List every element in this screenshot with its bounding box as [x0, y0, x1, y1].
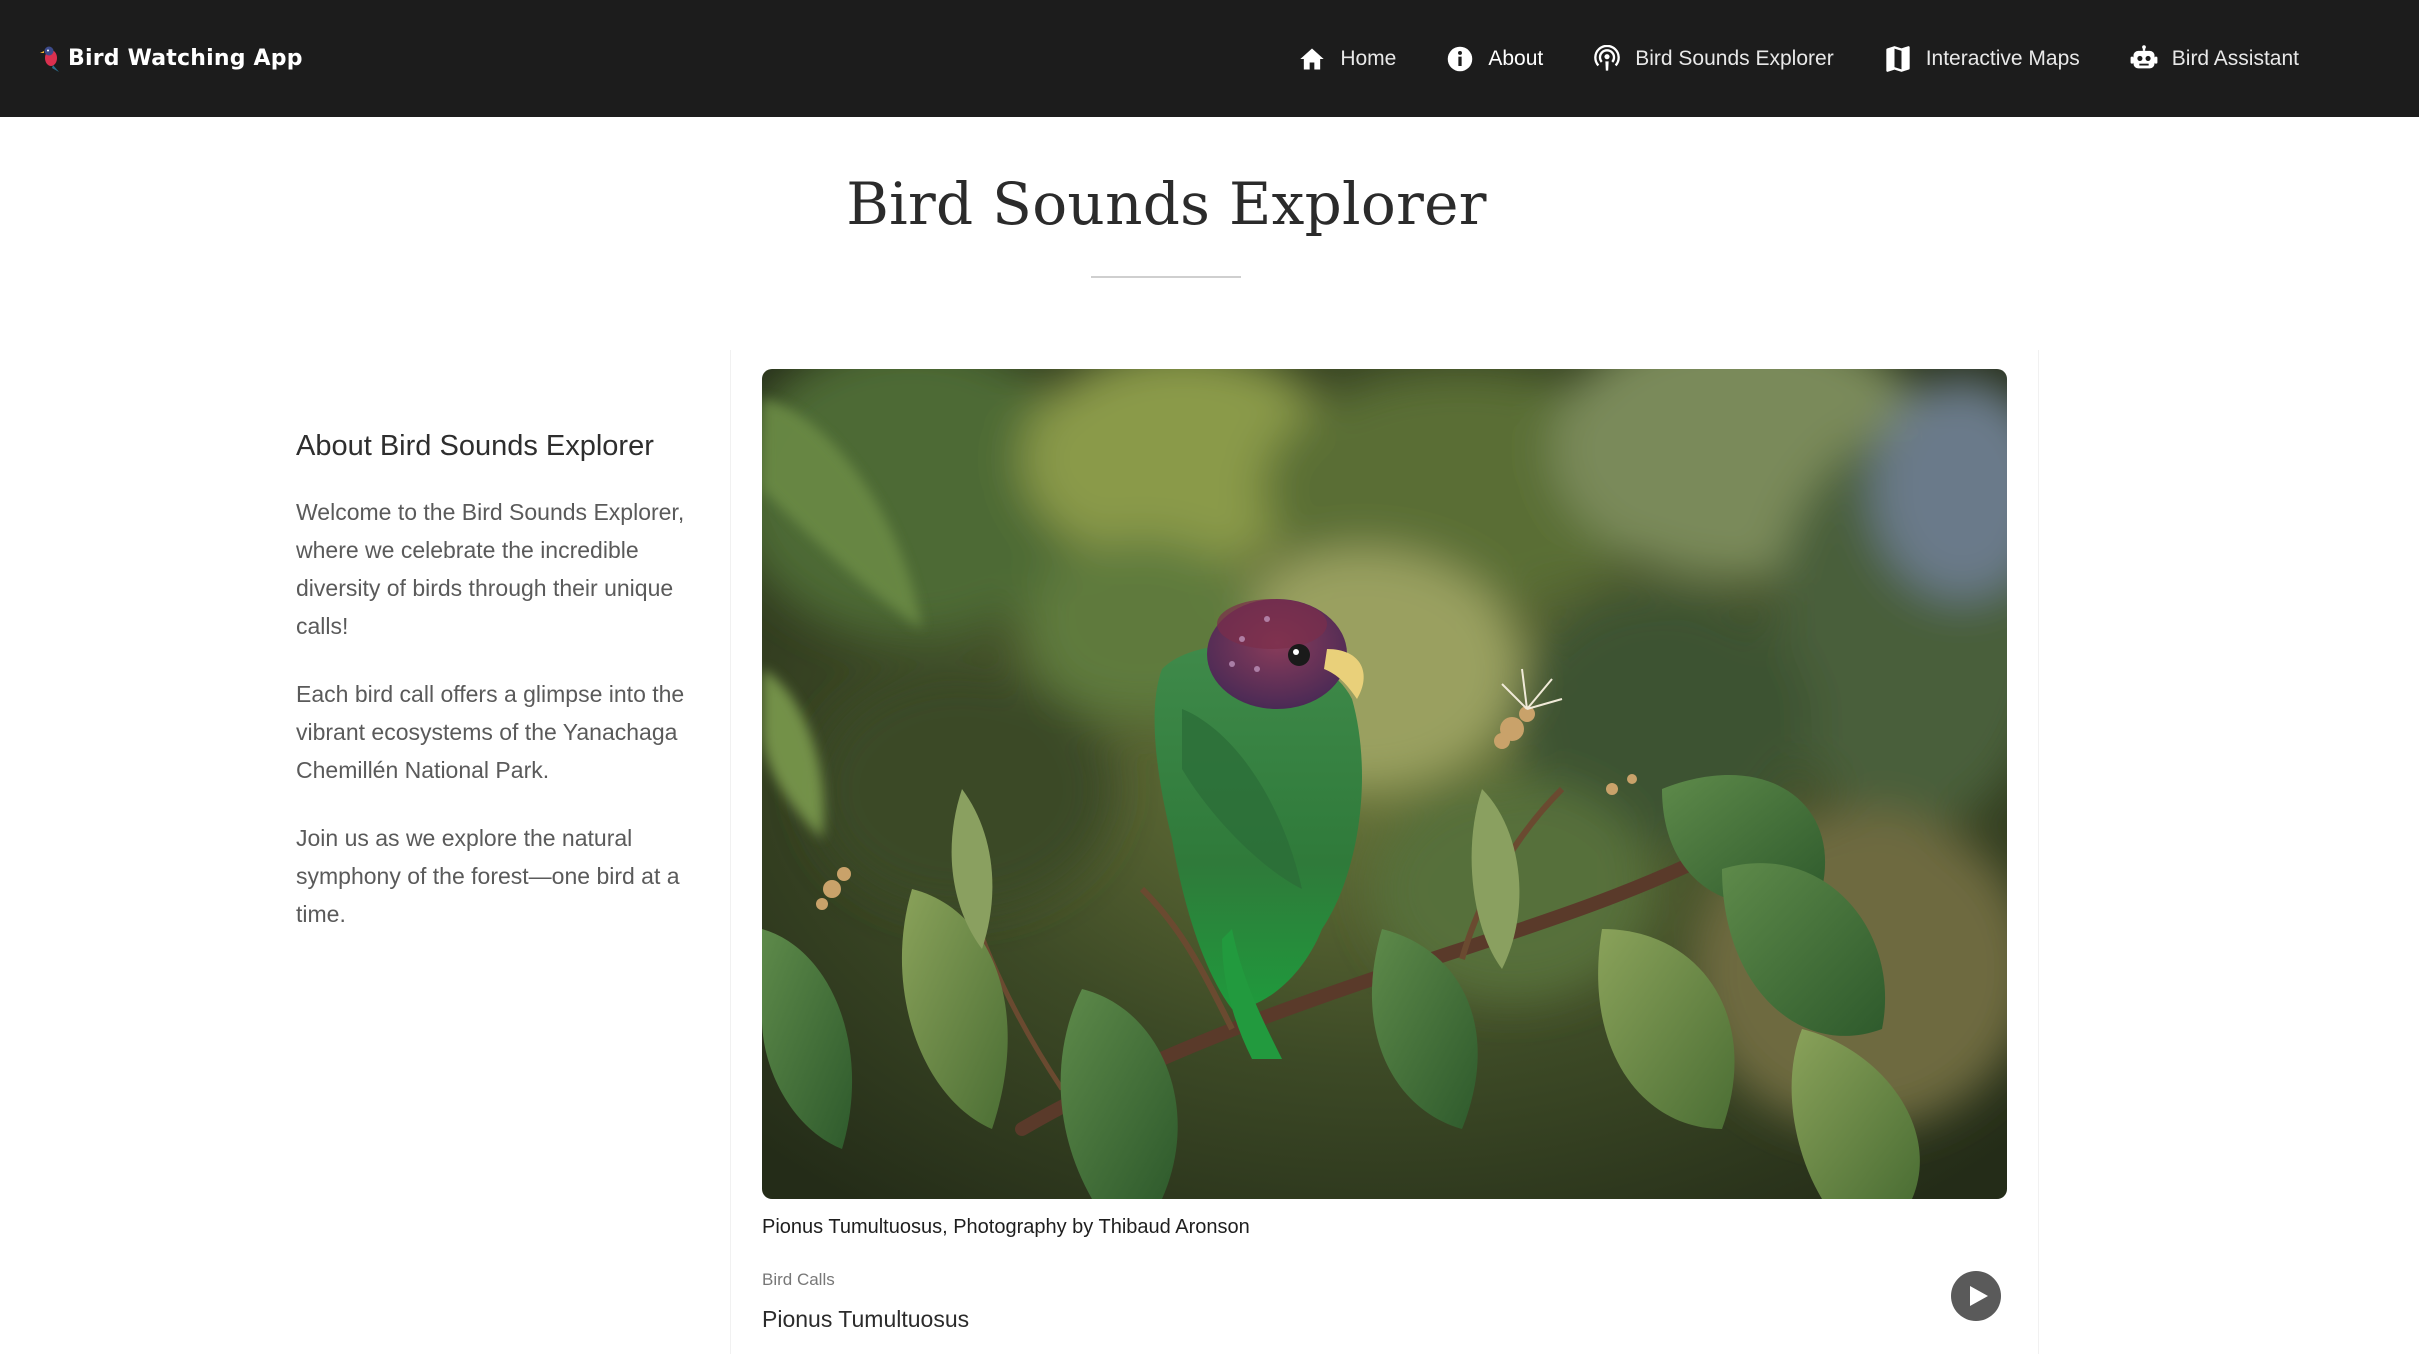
nav-bird-assistant-label: Bird Assistant: [2171, 46, 2299, 70]
top-navbar: Bird Watching App Home About Bird Sounds…: [0, 0, 2419, 117]
nav-bird-assistant[interactable]: Bird Assistant: [2130, 44, 2299, 73]
sidebar-paragraph-welcome: Welcome to the Bird Sounds Explorer, whe…: [296, 499, 685, 639]
title-divider: [1091, 276, 1241, 278]
sidebar-paragraph-join: Join us as we explore the natural sympho…: [296, 825, 680, 927]
nav-interactive-maps[interactable]: Interactive Maps: [1884, 45, 2080, 73]
bird-logo-icon: [40, 46, 59, 72]
sidebar-heading: About Bird Sounds Explorer: [296, 430, 654, 462]
home-icon: [1300, 48, 1324, 69]
photo-caption: Pionus Tumultuosus, Photography by Thiba…: [762, 1216, 1250, 1238]
bird-calls-label: Bird Calls: [762, 1270, 835, 1289]
play-button[interactable]: [1951, 1271, 2001, 1321]
nav-about[interactable]: About: [1446, 45, 1543, 73]
nav-home-label: Home: [1340, 46, 1397, 70]
page-title: Bird Sounds Explorer: [846, 170, 1487, 238]
nav-bird-sounds-label: Bird Sounds Explorer: [1635, 46, 1834, 70]
robot-icon: [2130, 44, 2158, 68]
brand-link[interactable]: Bird Watching App: [40, 0, 303, 117]
bird-photo: [762, 369, 2007, 1199]
nav-bird-sounds-explorer[interactable]: Bird Sounds Explorer: [1593, 44, 1834, 73]
map-icon: [1886, 45, 1910, 72]
bird-name: Pionus Tumultuosus: [762, 1306, 970, 1332]
nav-about-label: About: [1488, 46, 1544, 70]
brand-name: Bird Watching App: [68, 46, 303, 71]
nav-home[interactable]: Home: [1298, 45, 1396, 73]
nav-interactive-maps-label: Interactive Maps: [1925, 46, 2080, 70]
nav-links: Home About Bird Sounds Explorer Interact…: [1298, 0, 2299, 117]
about-sidebar: About Bird Sounds Explorer Welcome to th…: [296, 430, 686, 963]
sidebar-paragraph-ecosystems: Each bird call offers a glimpse into the…: [296, 681, 685, 783]
info-icon: [1448, 46, 1473, 71]
bird-card: Pionus Tumultuosus, Photography by Thiba…: [730, 350, 2039, 1354]
podcast-icon: [1594, 44, 1621, 71]
play-icon: [1970, 1286, 1988, 1306]
parrot-image: [762, 369, 2007, 1199]
